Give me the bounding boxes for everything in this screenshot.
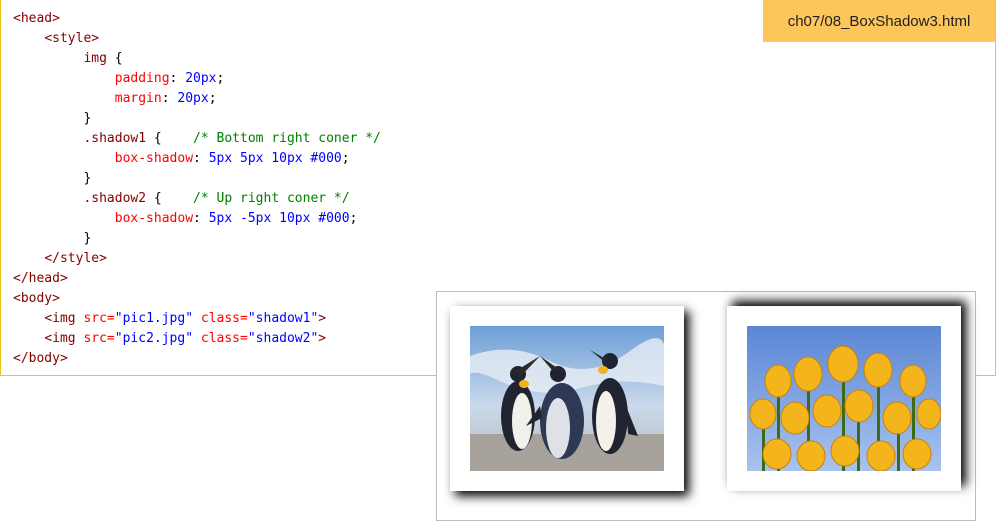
code-line: <img src="pic1.jpg" class="shadow1">: [13, 309, 381, 329]
code-token: :: [193, 151, 209, 166]
code-token: <body>: [13, 291, 60, 306]
code-token: "shadow1": [247, 311, 319, 326]
file-name-tag: ch07/08_BoxShadow3.html: [763, 0, 995, 42]
code-token: }: [83, 171, 92, 186]
code-token: <head>: [13, 11, 60, 26]
code-line: <style>: [13, 29, 381, 49]
code-line: </head>: [13, 269, 381, 289]
code-token: .shadow1: [83, 131, 147, 146]
code-comment: /* Bottom right coner */: [193, 131, 381, 146]
code-token: 20px: [177, 91, 209, 106]
code-token: "pic2.jpg": [114, 331, 194, 346]
shadow1-image-box: [450, 306, 684, 491]
code-token: img: [83, 51, 107, 66]
code-token: box-shadow: [114, 151, 194, 166]
code-token: </head>: [13, 271, 68, 286]
code-listing: <head> <style> img { padding: 20px; marg…: [13, 9, 381, 369]
shadow2-image-box: [727, 306, 961, 491]
code-token: :: [193, 211, 209, 226]
code-token: class=: [193, 311, 248, 326]
code-token: :: [169, 71, 186, 86]
code-line: img {: [13, 49, 381, 69]
code-token: "pic1.jpg": [114, 311, 194, 326]
code-line: <head>: [13, 9, 381, 29]
code-token: ;: [216, 71, 225, 86]
code-line: .shadow2 { /* Up right coner */: [13, 189, 381, 209]
code-token: }: [83, 231, 92, 246]
rendered-preview: [436, 291, 976, 521]
penguins-image: [470, 326, 664, 471]
code-token: </style>: [44, 251, 107, 266]
code-token: </body>: [13, 351, 68, 366]
code-token: :: [161, 91, 178, 106]
code-token: 5px -5px 10px #000: [208, 211, 350, 226]
tulips-image: [747, 326, 941, 471]
code-line: margin: 20px;: [13, 89, 381, 109]
code-token: {: [106, 51, 123, 66]
code-token: class=: [193, 331, 248, 346]
code-token: src=: [83, 311, 115, 326]
code-token: box-shadow: [114, 211, 194, 226]
code-line: }: [13, 229, 381, 249]
code-token: margin: [114, 91, 162, 106]
code-line: </style>: [13, 249, 381, 269]
code-token: {: [146, 191, 194, 206]
code-token: >: [318, 331, 327, 346]
code-token: "shadow2": [247, 331, 319, 346]
code-token: <style>: [44, 31, 100, 46]
code-token: }: [83, 111, 92, 126]
code-token: 20px: [185, 71, 217, 86]
code-line: <img src="pic2.jpg" class="shadow2">: [13, 329, 381, 349]
code-line: }: [13, 169, 381, 189]
code-token: <img: [44, 331, 84, 346]
code-token: {: [146, 131, 194, 146]
code-comment: /* Up right coner */: [193, 191, 350, 206]
code-token: <img: [44, 311, 84, 326]
code-line: }: [13, 109, 381, 129]
code-token: 5px 5px 10px #000: [208, 151, 342, 166]
code-token: >: [318, 311, 327, 326]
code-line: padding: 20px;: [13, 69, 381, 89]
code-line: <body>: [13, 289, 381, 309]
code-token: ;: [341, 151, 350, 166]
code-token: ;: [349, 211, 358, 226]
code-line: box-shadow: 5px -5px 10px #000;: [13, 209, 381, 229]
code-token: .shadow2: [83, 191, 147, 206]
code-line: .shadow1 { /* Bottom right coner */: [13, 129, 381, 149]
code-token: ;: [208, 91, 217, 106]
code-token: src=: [83, 331, 115, 346]
code-token: padding: [114, 71, 170, 86]
code-line: box-shadow: 5px 5px 10px #000;: [13, 149, 381, 169]
code-line: </body>: [13, 349, 381, 369]
